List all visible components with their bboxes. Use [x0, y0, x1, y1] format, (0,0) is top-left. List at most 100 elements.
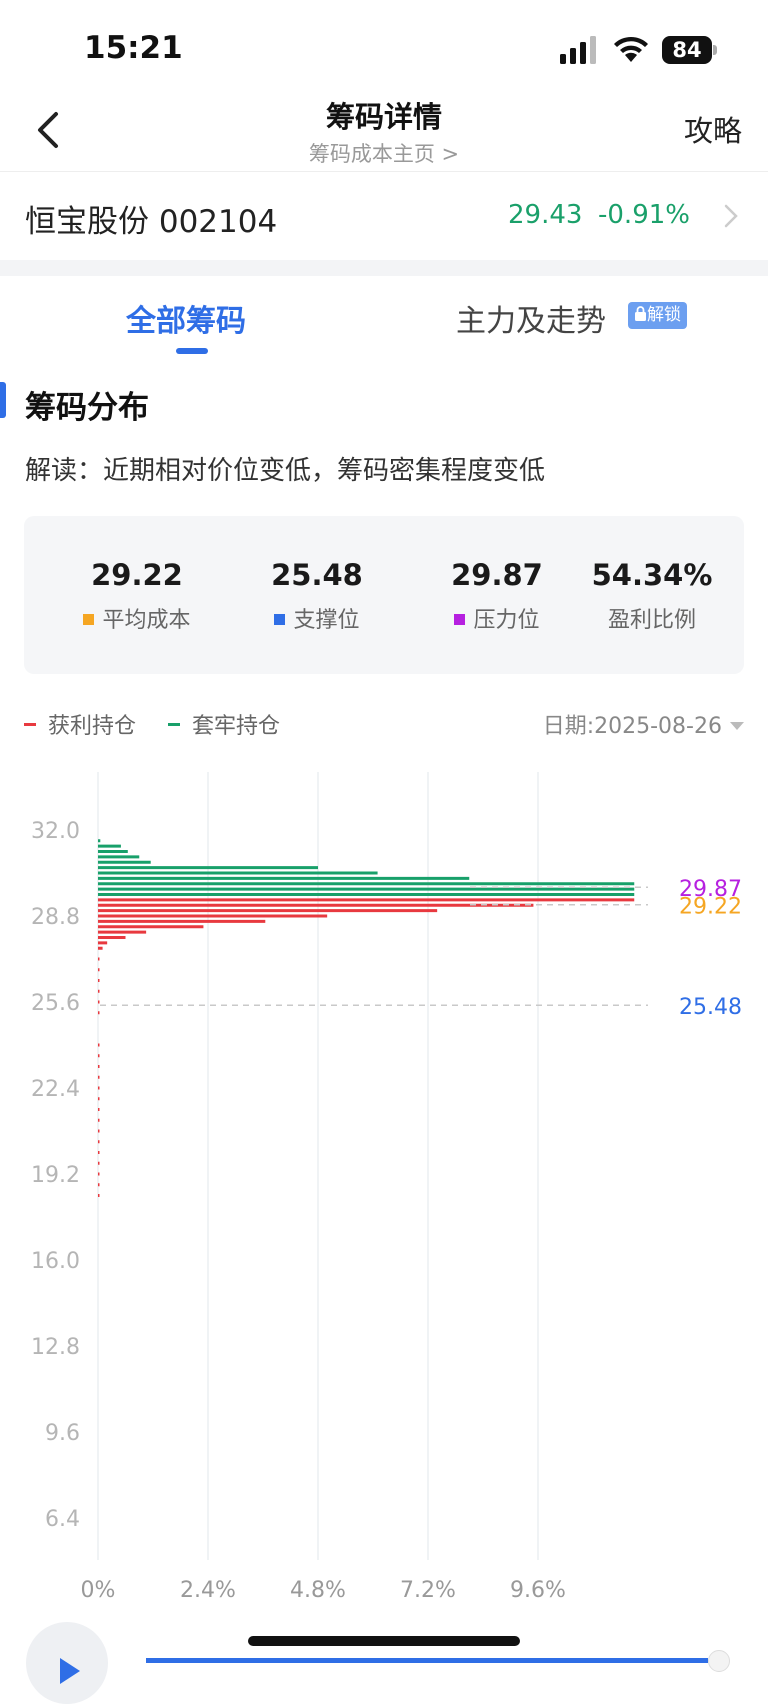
stat-value: 25.48 [271, 558, 363, 592]
chip-bar [98, 1194, 100, 1197]
y-tick-label: 16.0 [31, 1249, 80, 1274]
chip-bar [98, 1151, 100, 1154]
x-tick-label: 7.2% [400, 1578, 456, 1603]
chip-bar [98, 1000, 100, 1004]
chevron-right-icon [724, 204, 738, 228]
tab-all-chips[interactable]: 全部筹码 [126, 296, 246, 340]
chip-bar [98, 882, 635, 886]
chip-bar [98, 1043, 100, 1047]
stats-panel: 29.22 平均成本 25.48 支撑位 29.87 压力位 54.34% 盈利… [24, 516, 744, 674]
x-tick-label: 9.6% [510, 1578, 566, 1603]
chip-bar [98, 839, 101, 843]
chip-bar [98, 1140, 100, 1144]
progress-knob[interactable] [708, 1650, 730, 1672]
battery-icon: 84 [662, 36, 718, 64]
chip-bar [98, 914, 328, 918]
chip-bar [98, 887, 635, 891]
nav-header: 筹码详情 筹码成本主页 > 攻略 [0, 90, 768, 172]
chip-bar [98, 844, 121, 848]
legend-profit: 获利持仓 [24, 708, 136, 740]
chip-bar [98, 968, 100, 972]
chip-bar [98, 1172, 100, 1176]
chip-bar [98, 989, 100, 993]
unlock-badge[interactable]: 解锁 [628, 302, 687, 329]
interpretation-text: 解读：近期相对价位变低，筹码密集程度变低 [25, 456, 546, 486]
section-title: 筹码分布 [25, 390, 149, 426]
play-icon [60, 1658, 80, 1684]
status-bar: 15:21 84 [0, 0, 768, 90]
chip-bar [98, 1161, 100, 1165]
chip-bar [98, 1183, 100, 1187]
status-time: 15:21 [84, 30, 183, 66]
section-divider [0, 260, 768, 276]
chip-bar [98, 1011, 100, 1015]
stat-pressure: 29.87 压力位 [407, 558, 587, 634]
stat-support: 25.48 支撑位 [227, 558, 407, 634]
chip-bar [98, 1097, 100, 1101]
chip-bar [98, 1065, 100, 1068]
chip-distribution-chart: 0% 2.4% 4.8% 7.2% 9.6% 32.0 28.8 25.6 22.4 19.2 16… [31, 772, 742, 1603]
chip-bar [98, 1086, 100, 1090]
caret-down-icon [730, 722, 744, 730]
y-tick-label: 22.4 [31, 1077, 80, 1102]
chip-bar [98, 855, 140, 859]
chip-bar [98, 876, 470, 880]
date-label: 日期:2025-08-26 [542, 714, 722, 739]
progress-bar[interactable] [146, 1658, 708, 1663]
chip-bar [98, 941, 108, 945]
chip-bar [98, 946, 103, 950]
y-tick-label: 25.6 [31, 991, 80, 1016]
chip-bar [98, 925, 204, 929]
section-marker [0, 382, 6, 418]
chip-bar [98, 866, 318, 870]
stock-name: 恒宝股份 002104 [25, 204, 278, 240]
chip-bar [98, 930, 147, 934]
y-tick-label: 9.6 [45, 1421, 80, 1446]
reference-label: 25.48 [679, 995, 742, 1020]
page-title: 筹码详情 [325, 100, 442, 134]
stat-label: 盈利比例 [607, 608, 696, 633]
tab-bar: 全部筹码 主力及走势 解锁 [0, 276, 768, 366]
chip-bar [98, 936, 126, 939]
wifi-icon [614, 36, 648, 62]
stat-average-cost: 29.22 平均成本 [47, 558, 227, 634]
chip-bar [98, 1054, 100, 1058]
y-tick-label: 19.2 [31, 1163, 80, 1188]
cost-home-link[interactable]: 筹码成本主页 > [0, 138, 768, 168]
stat-value: 29.87 [451, 558, 543, 592]
home-indicator [248, 1636, 520, 1646]
chip-bar [98, 909, 438, 913]
chip-bar [98, 979, 100, 982]
tab-main-force[interactable]: 主力及走势 [456, 296, 606, 340]
stat-value: 29.22 [91, 558, 183, 592]
stat-label: 支撑位 [293, 608, 360, 633]
strategy-button[interactable]: 攻略 [684, 108, 742, 150]
date-selector[interactable]: 日期:2025-08-26 [543, 708, 744, 740]
y-tick-label: 12.8 [31, 1335, 80, 1360]
battery-level: 84 [662, 36, 712, 64]
x-tick-label: 2.4% [180, 1578, 236, 1603]
active-tab-indicator [176, 348, 208, 354]
stat-label: 压力位 [473, 608, 540, 633]
stat-label: 平均成本 [102, 608, 191, 633]
reference-label: 29.22 [679, 895, 742, 920]
chip-bar [98, 903, 534, 907]
chip-bar [98, 1118, 100, 1122]
y-tick-label: 32.0 [31, 819, 80, 844]
stat-profit-ratio: 54.34% 盈利比例 [562, 558, 742, 634]
x-tick-label: 4.8% [290, 1578, 346, 1603]
stock-change: -0.91% [598, 200, 690, 230]
legend-trapped: 套牢持仓 [168, 708, 280, 740]
stock-row[interactable]: 恒宝股份 002104 29.43 -0.91% [0, 172, 768, 260]
stat-value: 54.34% [591, 558, 713, 592]
lock-icon [635, 306, 646, 321]
chip-bar [98, 1075, 100, 1079]
chip-bar [98, 850, 128, 853]
chip-bar [98, 957, 100, 961]
chip-bar [98, 871, 378, 875]
chip-bar [98, 860, 151, 864]
play-button[interactable] [26, 1622, 108, 1704]
chip-bar [98, 893, 635, 896]
chip-bar [98, 919, 266, 923]
y-tick-label: 28.8 [31, 905, 80, 930]
